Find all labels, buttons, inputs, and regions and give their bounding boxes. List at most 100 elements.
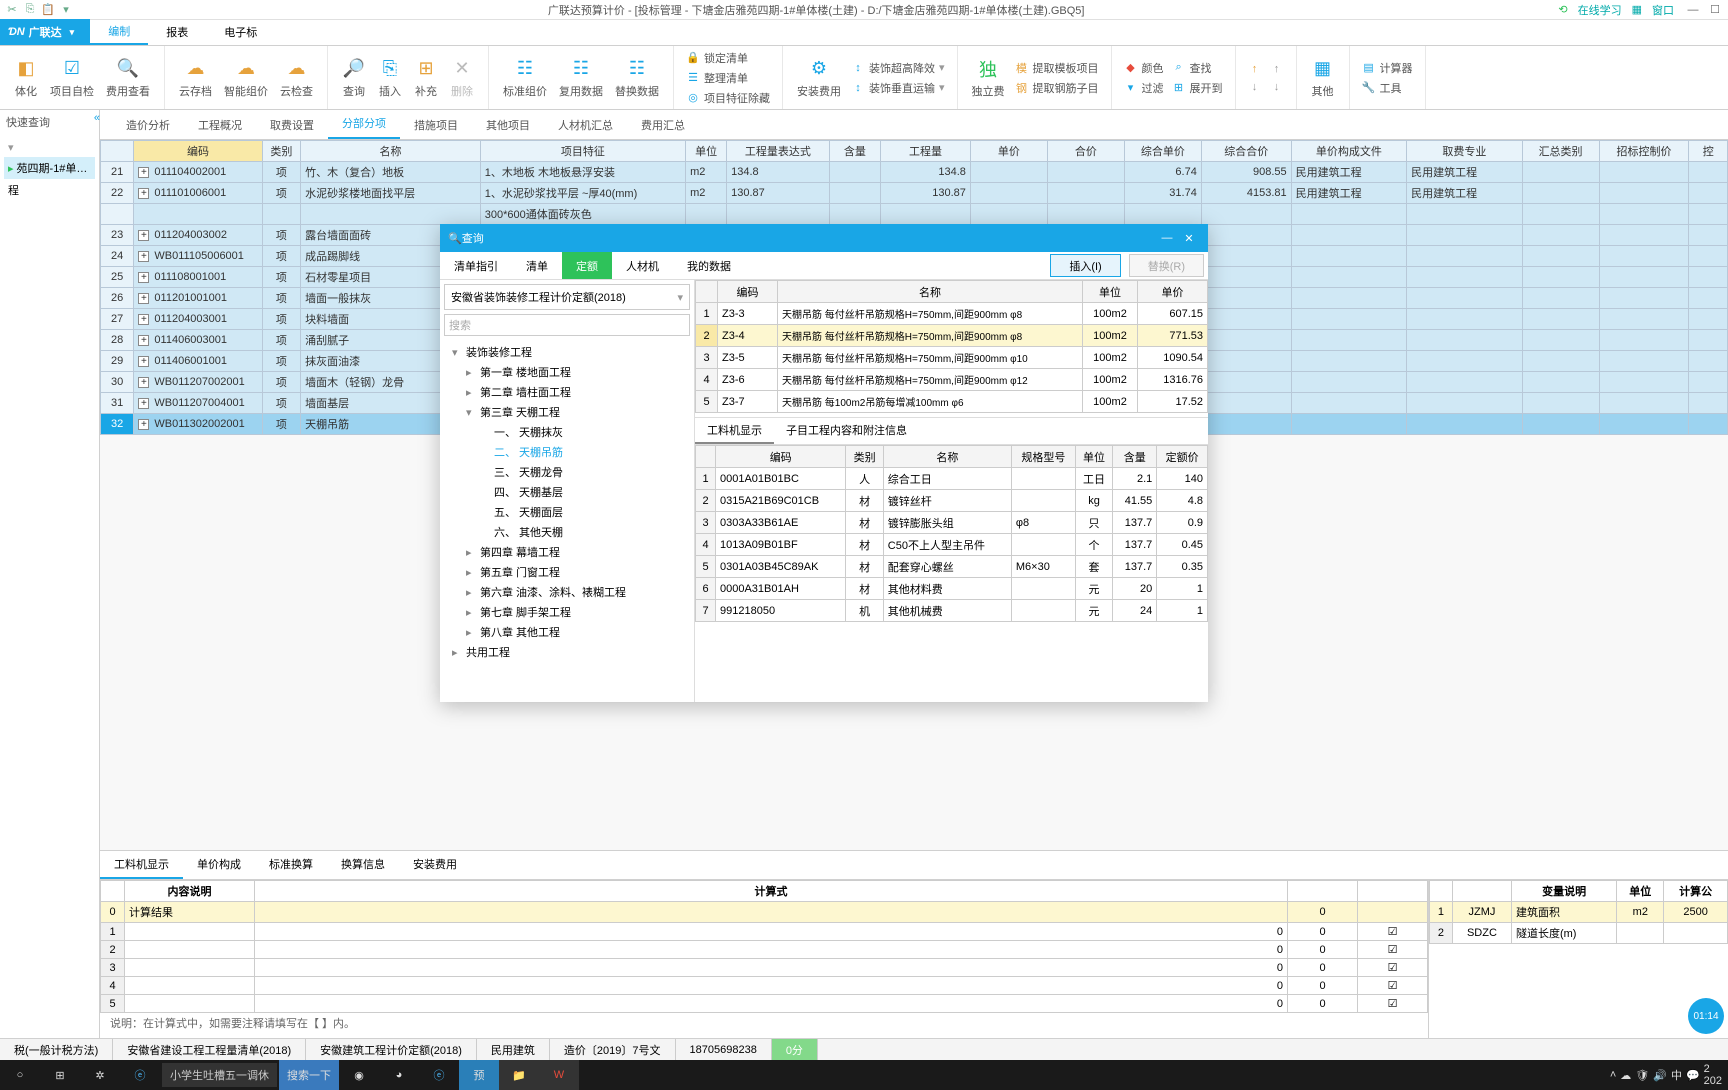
col-header[interactable]: 控 <box>1689 141 1728 162</box>
rbtn-independent[interactable]: 独独立费 <box>966 53 1011 103</box>
dialog-minimize-button[interactable]: ― <box>1156 232 1178 244</box>
rbtn-filter[interactable]: ▾过滤 <box>1120 79 1168 97</box>
col-header[interactable]: 综合合价 <box>1201 141 1291 162</box>
status-buildtype[interactable]: 民用建筑 <box>477 1039 550 1060</box>
taskbar-search[interactable]: 小学生吐槽五一调休 <box>162 1063 277 1087</box>
rbtn-find[interactable]: ⌕查找 <box>1168 59 1227 77</box>
calc-row[interactable]: 300☑ <box>101 959 1428 977</box>
detail-row[interactable]: 41013A09B01BF材C50不上人型主吊件个137.70.45 <box>696 534 1208 556</box>
rbtn-hidefeature[interactable]: ◎项目特征除藏 <box>682 89 774 107</box>
app-edge-icon[interactable]: ⓔ <box>419 1060 459 1090</box>
dialog-tree[interactable]: ▾装饰装修工程▸第一章 楼地面工程▸第二章 墙柱面工程▾第三章 天棚工程一、 天… <box>440 340 694 702</box>
rbtn-integration[interactable]: ◧体化 <box>8 53 44 103</box>
rbtn-reusedata[interactable]: ☷复用数据 <box>553 53 609 103</box>
col-header[interactable]: 工程量 <box>881 141 971 162</box>
tree-node[interactable]: ▾装饰装修工程 <box>446 342 688 362</box>
grid-icon[interactable]: ▦ <box>1632 3 1642 16</box>
rbtn-extractrebar[interactable]: 钢提取钢筋子目 <box>1011 79 1103 97</box>
calc-row[interactable]: 0计算结果0 <box>101 902 1428 923</box>
search-go-button[interactable]: 搜索一下 <box>279 1060 339 1090</box>
tree-node[interactable]: 六、 其他天棚 <box>446 522 688 542</box>
menu-编制[interactable]: 编制 <box>90 19 148 45</box>
rbtn-insert[interactable]: ⎘插入 <box>372 53 408 103</box>
status-phone[interactable]: 18705698238 <box>676 1039 772 1060</box>
window-menu[interactable]: 窗口 <box>1652 2 1674 18</box>
bottom-tab-1[interactable]: 单价构成 <box>183 851 255 879</box>
app-sogou-icon[interactable]: ◉ <box>339 1060 379 1090</box>
rbtn-replacedata[interactable]: ☷替换数据 <box>609 53 665 103</box>
list-item[interactable]: 1Z3-3天棚吊筋 每付丝杆吊筋规格H=750mm,间距900mm φ8100m… <box>696 303 1208 325</box>
tree-node[interactable]: ▸第八章 其他工程 <box>446 622 688 642</box>
table-row[interactable]: 22+ 011101006001项水泥砂浆楼地面找平层1、水泥砂浆找平层 ~厚4… <box>101 183 1728 204</box>
rbtn-costview[interactable]: 🔍费用查看 <box>100 53 156 103</box>
caret-down-icon[interactable]: ▾ <box>58 2 74 18</box>
tree-node[interactable]: ▸第四章 幕墙工程 <box>446 542 688 562</box>
list-item[interactable]: 3Z3-5天棚吊筋 每付丝杆吊筋规格H=750mm,间距900mm φ10100… <box>696 347 1208 369</box>
menu-报表[interactable]: 报表 <box>148 19 206 45</box>
status-doc[interactable]: 造价〔2019〕7号文 <box>550 1039 676 1060</box>
app-chrome-icon[interactable]: ◕ <box>379 1060 419 1090</box>
task-view-button[interactable]: ⊞ <box>40 1060 80 1090</box>
col-header[interactable]: 合价 <box>1047 141 1124 162</box>
dialog-search-input[interactable]: 搜索 <box>444 314 690 336</box>
tree-node[interactable]: 三、 天棚龙骨 <box>446 462 688 482</box>
dialog-tab-3[interactable]: 人材机 <box>612 252 673 279</box>
start-button[interactable]: ○ <box>0 1060 40 1090</box>
tree-node[interactable]: ▸第七章 脚手架工程 <box>446 602 688 622</box>
app-pinwheel-icon[interactable]: ✲ <box>80 1060 120 1090</box>
col-header[interactable]: 类别 <box>262 141 300 162</box>
calc-row[interactable]: 100☑ <box>101 923 1428 941</box>
col-header[interactable]: 单价构成文件 <box>1291 141 1406 162</box>
tree-node[interactable]: ▾第三章 天棚工程 <box>446 402 688 422</box>
tree-node[interactable]: ▸第一章 楼地面工程 <box>446 362 688 382</box>
tray[interactable]: ˄ ☁ 🛡 🔊 中 💬 2202 <box>1604 1063 1728 1087</box>
app-preview-icon[interactable]: 预 <box>459 1060 499 1090</box>
status-listnorm[interactable]: 安徽省建设工程工程量清单(2018) <box>113 1039 306 1060</box>
status-score[interactable]: 0分 <box>772 1039 818 1060</box>
tree-node[interactable]: ▸共用工程 <box>446 642 688 662</box>
rbtn-smartprice[interactable]: ☁智能组价 <box>218 53 274 103</box>
nav-tab-4[interactable]: 措施项目 <box>400 111 472 139</box>
col-header[interactable]: 含量 <box>829 141 880 162</box>
rbtn-superhigh[interactable]: ↕装饰超高降效 ▾ <box>847 59 949 77</box>
col-header[interactable]: 编码 <box>134 141 262 162</box>
rbtn-query[interactable]: 🔎查询 <box>336 53 372 103</box>
list-item[interactable]: 2Z3-4天棚吊筋 每付丝杆吊筋规格H=750mm,间距900mm φ8100m… <box>696 325 1208 347</box>
refresh-icon[interactable]: ⟲ <box>1558 3 1567 16</box>
rbtn-down2[interactable]: ↓ <box>1266 79 1288 95</box>
rbtn-cloudsave[interactable]: ☁云存档 <box>173 53 218 103</box>
rbtn-expandto[interactable]: ⊞展开到 <box>1168 79 1227 97</box>
col-header[interactable]: 名称 <box>301 141 481 162</box>
calc-grid[interactable]: 内容说明计算式0计算结果0100☑200☑300☑400☑500☑ <box>100 880 1428 1013</box>
detail-row[interactable]: 20315A21B69C01CB材镀锌丝杆kg41.554.8 <box>696 490 1208 512</box>
rbtn-calculator[interactable]: ▤计算器 <box>1358 59 1417 77</box>
rbtn-delete[interactable]: ✕删除 <box>444 53 480 103</box>
tree-node[interactable]: ▸第二章 墙柱面工程 <box>446 382 688 402</box>
tray-ime-icon[interactable]: 中 <box>1671 1067 1682 1083</box>
menu-电子标[interactable]: 电子标 <box>206 19 275 45</box>
paste-icon[interactable]: 📋 <box>40 2 56 18</box>
rbtn-tools[interactable]: 🔧工具 <box>1358 79 1417 97</box>
insert-button[interactable]: 插入(I) <box>1050 254 1120 277</box>
col-header[interactable]: 单位 <box>686 141 727 162</box>
norm-select[interactable]: 安徽省装饰装修工程计价定额(2018)▾ <box>444 284 690 310</box>
sub-tab-0[interactable]: 工料机显示 <box>695 418 774 444</box>
detail-row[interactable]: 50301A03B45C89AK材配套穿心螺丝M6×30套137.70.35 <box>696 556 1208 578</box>
app-wps-icon[interactable]: W <box>539 1060 579 1090</box>
sub-tab-1[interactable]: 子目工程内容和附注信息 <box>774 418 919 444</box>
bottom-tab-4[interactable]: 安装费用 <box>399 851 471 879</box>
tree-node[interactable]: ▸第五章 门窗工程 <box>446 562 688 582</box>
bottom-tab-3[interactable]: 换算信息 <box>327 851 399 879</box>
bottom-tab-2[interactable]: 标准换算 <box>255 851 327 879</box>
var-row[interactable]: 2SDZC隧道长度(m) <box>1430 923 1728 944</box>
rbtn-up2[interactable]: ↑ <box>1266 61 1288 77</box>
calc-row[interactable]: 200☑ <box>101 941 1428 959</box>
bottom-tab-0[interactable]: 工料机显示 <box>100 851 183 879</box>
dialog-tab-4[interactable]: 我的数据 <box>673 252 745 279</box>
ie-icon[interactable]: ⓔ <box>120 1060 160 1090</box>
col-header[interactable]: 招标控制价 <box>1599 141 1689 162</box>
col-header[interactable]: 综合单价 <box>1124 141 1201 162</box>
nav-tab-3[interactable]: 分部分项 <box>328 110 400 139</box>
rbtn-up[interactable]: ↑ <box>1244 61 1266 77</box>
rbtn-sortlist[interactable]: ☰整理清单 <box>682 69 774 87</box>
